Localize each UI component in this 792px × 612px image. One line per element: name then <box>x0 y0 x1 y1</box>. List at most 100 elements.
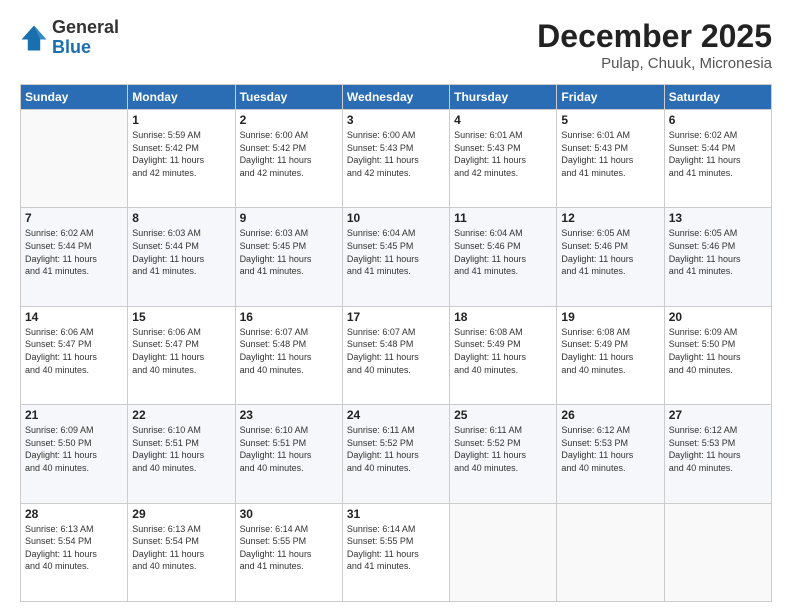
day-info: Sunrise: 6:05 AMSunset: 5:46 PMDaylight:… <box>669 227 767 277</box>
calendar-cell: 26 Sunrise: 6:12 AMSunset: 5:53 PMDayligh… <box>557 405 664 503</box>
day-number: 6 <box>669 113 767 127</box>
day-number: 21 <box>25 408 123 422</box>
day-info: Sunrise: 6:06 AMSunset: 5:47 PMDaylight:… <box>132 326 230 376</box>
calendar-cell: 19Sunrise: 6:08 AMSunset: 5:49 PMDayligh… <box>557 306 664 404</box>
day-number: 23 <box>240 408 338 422</box>
day-info: Sunrise: 6:14 AMSunset: 5:55 PMDaylight:… <box>240 523 338 573</box>
day-number: 10 <box>347 211 445 225</box>
day-number: 8 <box>132 211 230 225</box>
calendar-cell: 5 Sunrise: 6:01 AMSunset: 5:43 PMDaylight… <box>557 110 664 208</box>
calendar-cell: 24Sunrise: 6:11 AMSunset: 5:52 PMDayligh… <box>342 405 449 503</box>
calendar-cell: 27Sunrise: 6:12 AMSunset: 5:53 PMDayligh… <box>664 405 771 503</box>
calendar-table: SundayMondayTuesdayWednesdayThursdayFrid… <box>20 84 772 602</box>
logo-text: General Blue <box>52 18 119 58</box>
calendar-cell: 4 Sunrise: 6:01 AMSunset: 5:43 PMDaylight… <box>450 110 557 208</box>
day-info: Sunrise: 6:14 AMSunset: 5:55 PMDaylight:… <box>347 523 445 573</box>
calendar-cell: 10 Sunrise: 6:04 AMSunset: 5:45 PMDayligh… <box>342 208 449 306</box>
day-number: 3 <box>347 113 445 127</box>
calendar-cell: 17 Sunrise: 6:07 AMSunset: 5:48 PMDayligh… <box>342 306 449 404</box>
day-number: 4 <box>454 113 552 127</box>
calendar-cell: 13 Sunrise: 6:05 AMSunset: 5:46 PMDayligh… <box>664 208 771 306</box>
day-info: Sunrise: 6:12 AMSunset: 5:53 PMDaylight:… <box>561 424 659 474</box>
day-info: Sunrise: 6:01 AMSunset: 5:43 PMDaylight:… <box>454 129 552 179</box>
day-info: Sunrise: 5:59 AMSunset: 5:42 PMDaylight:… <box>132 129 230 179</box>
day-info: Sunrise: 6:10 AMSunset: 5:51 PMDaylight:… <box>132 424 230 474</box>
day-info: Sunrise: 6:07 AMSunset: 5:48 PMDaylight:… <box>240 326 338 376</box>
calendar-cell: 23 Sunrise: 6:10 AMSunset: 5:51 PMDayligh… <box>235 405 342 503</box>
day-number: 11 <box>454 211 552 225</box>
day-number: 22 <box>132 408 230 422</box>
day-number: 7 <box>25 211 123 225</box>
logo: General Blue <box>20 18 119 58</box>
day-number: 31 <box>347 507 445 521</box>
day-info: Sunrise: 6:01 AMSunset: 5:43 PMDaylight:… <box>561 129 659 179</box>
day-number: 16 <box>240 310 338 324</box>
calendar-cell: 1 Sunrise: 5:59 AMSunset: 5:42 PMDaylight… <box>128 110 235 208</box>
day-info: Sunrise: 6:08 AMSunset: 5:49 PMDaylight:… <box>454 326 552 376</box>
day-number: 12 <box>561 211 659 225</box>
day-info: Sunrise: 6:00 AMSunset: 5:42 PMDaylight:… <box>240 129 338 179</box>
day-number: 1 <box>132 113 230 127</box>
day-number: 20 <box>669 310 767 324</box>
week-row-1: 1 Sunrise: 5:59 AMSunset: 5:42 PMDaylight… <box>21 110 772 208</box>
header: General Blue December 2025 Pulap, Chuuk,… <box>20 18 772 72</box>
day-number: 13 <box>669 211 767 225</box>
day-info: Sunrise: 6:04 AMSunset: 5:45 PMDaylight:… <box>347 227 445 277</box>
day-number: 29 <box>132 507 230 521</box>
day-number: 15 <box>132 310 230 324</box>
logo-icon <box>20 24 48 52</box>
calendar-cell: 12 Sunrise: 6:05 AMSunset: 5:46 PMDayligh… <box>557 208 664 306</box>
day-info: Sunrise: 6:07 AMSunset: 5:48 PMDaylight:… <box>347 326 445 376</box>
day-number: 24 <box>347 408 445 422</box>
calendar-cell: 14Sunrise: 6:06 AMSunset: 5:47 PMDayligh… <box>21 306 128 404</box>
calendar-cell: 21 Sunrise: 6:09 AMSunset: 5:50 PMDayligh… <box>21 405 128 503</box>
calendar-cell: 29Sunrise: 6:13 AMSunset: 5:54 PMDayligh… <box>128 503 235 601</box>
month-title: December 2025 <box>537 18 772 55</box>
calendar-cell: 30 Sunrise: 6:14 AMSunset: 5:55 PMDayligh… <box>235 503 342 601</box>
day-info: Sunrise: 6:02 AMSunset: 5:44 PMDaylight:… <box>669 129 767 179</box>
day-info: Sunrise: 6:11 AMSunset: 5:52 PMDaylight:… <box>454 424 552 474</box>
calendar-cell: 11Sunrise: 6:04 AMSunset: 5:46 PMDayligh… <box>450 208 557 306</box>
column-header-monday: Monday <box>128 85 235 110</box>
title-block: December 2025 Pulap, Chuuk, Micronesia <box>537 18 772 72</box>
column-header-sunday: Sunday <box>21 85 128 110</box>
calendar-cell <box>450 503 557 601</box>
logo-blue: Blue <box>52 37 91 57</box>
calendar-cell: 15 Sunrise: 6:06 AMSunset: 5:47 PMDayligh… <box>128 306 235 404</box>
day-number: 17 <box>347 310 445 324</box>
column-header-thursday: Thursday <box>450 85 557 110</box>
day-number: 30 <box>240 507 338 521</box>
day-info: Sunrise: 6:03 AMSunset: 5:45 PMDaylight:… <box>240 227 338 277</box>
calendar-cell: 16 Sunrise: 6:07 AMSunset: 5:48 PMDayligh… <box>235 306 342 404</box>
day-number: 5 <box>561 113 659 127</box>
week-row-4: 21 Sunrise: 6:09 AMSunset: 5:50 PMDayligh… <box>21 405 772 503</box>
column-header-saturday: Saturday <box>664 85 771 110</box>
calendar-cell: 3Sunrise: 6:00 AMSunset: 5:43 PMDaylight… <box>342 110 449 208</box>
calendar-cell: 22 Sunrise: 6:10 AMSunset: 5:51 PMDayligh… <box>128 405 235 503</box>
calendar-cell: 7Sunrise: 6:02 AMSunset: 5:44 PMDaylight… <box>21 208 128 306</box>
column-header-friday: Friday <box>557 85 664 110</box>
day-info: Sunrise: 6:12 AMSunset: 5:53 PMDaylight:… <box>669 424 767 474</box>
calendar-cell: 18 Sunrise: 6:08 AMSunset: 5:49 PMDayligh… <box>450 306 557 404</box>
day-number: 2 <box>240 113 338 127</box>
day-number: 14 <box>25 310 123 324</box>
day-number: 28 <box>25 507 123 521</box>
day-info: Sunrise: 6:05 AMSunset: 5:46 PMDaylight:… <box>561 227 659 277</box>
calendar-cell <box>557 503 664 601</box>
day-number: 9 <box>240 211 338 225</box>
calendar-cell: 20Sunrise: 6:09 AMSunset: 5:50 PMDayligh… <box>664 306 771 404</box>
day-info: Sunrise: 6:08 AMSunset: 5:49 PMDaylight:… <box>561 326 659 376</box>
calendar-cell: 9 Sunrise: 6:03 AMSunset: 5:45 PMDaylight… <box>235 208 342 306</box>
week-row-2: 7Sunrise: 6:02 AMSunset: 5:44 PMDaylight… <box>21 208 772 306</box>
day-number: 18 <box>454 310 552 324</box>
day-info: Sunrise: 6:10 AMSunset: 5:51 PMDaylight:… <box>240 424 338 474</box>
week-row-5: 28 Sunrise: 6:13 AMSunset: 5:54 PMDayligh… <box>21 503 772 601</box>
calendar-cell: 28 Sunrise: 6:13 AMSunset: 5:54 PMDayligh… <box>21 503 128 601</box>
calendar-cell <box>664 503 771 601</box>
day-info: Sunrise: 6:09 AMSunset: 5:50 PMDaylight:… <box>25 424 123 474</box>
column-header-wednesday: Wednesday <box>342 85 449 110</box>
calendar-cell: 25Sunrise: 6:11 AMSunset: 5:52 PMDayligh… <box>450 405 557 503</box>
day-info: Sunrise: 6:13 AMSunset: 5:54 PMDaylight:… <box>25 523 123 573</box>
logo-general: General <box>52 17 119 37</box>
day-number: 26 <box>561 408 659 422</box>
